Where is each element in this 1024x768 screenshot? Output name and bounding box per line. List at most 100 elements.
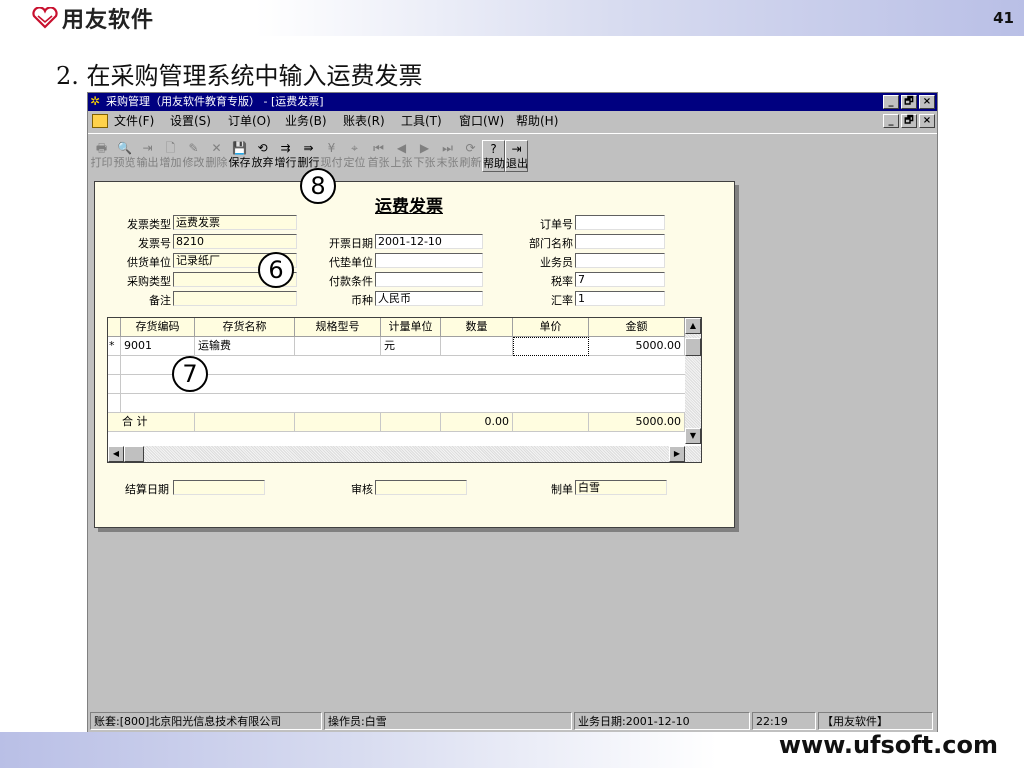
- window-titlebar[interactable]: ✲ 采购管理（用友软件教育专版） - [运费发票] _ 🗗 ×: [88, 93, 937, 111]
- invoice-type-field[interactable]: 运费发票: [173, 215, 297, 230]
- currency-field[interactable]: 人民币: [375, 291, 483, 306]
- toolbar-button-label: 增行: [274, 156, 297, 169]
- cell-price[interactable]: [513, 337, 589, 356]
- toolbar-button-add-row[interactable]: ⇉ 增行: [274, 140, 297, 172]
- cell-amount[interactable]: 5000.00: [589, 337, 685, 356]
- toolbar-button-refresh[interactable]: ⟳ 刷新: [459, 140, 482, 172]
- advance-unit-field[interactable]: [375, 253, 483, 268]
- advance-unit-label: 代垫单位: [329, 256, 373, 269]
- salesperson-field[interactable]: [575, 253, 665, 268]
- doc-restore-button[interactable]: 🗗: [901, 114, 917, 128]
- toolbar-button-save[interactable]: 💾 保存: [228, 140, 251, 172]
- menu-window[interactable]: 窗口(W): [459, 111, 504, 131]
- toolbar-button-label: 输出: [136, 156, 159, 169]
- settle-date-field[interactable]: [173, 480, 265, 495]
- cell-spec[interactable]: [295, 337, 381, 356]
- menu-order[interactable]: 订单(O): [228, 111, 271, 131]
- scroll-left-icon[interactable]: ◀: [108, 446, 124, 462]
- column-header-spec[interactable]: 规格型号: [295, 318, 381, 337]
- vertical-scrollbar[interactable]: ▲ ▼: [685, 318, 701, 444]
- empty-row[interactable]: [121, 394, 685, 413]
- horizontal-scrollbar[interactable]: ◀ ▶: [108, 446, 701, 462]
- exchange-rate-field[interactable]: 1: [575, 291, 665, 306]
- column-header-unit[interactable]: 计量单位: [381, 318, 441, 337]
- issue-date-field[interactable]: 2001-12-10: [375, 234, 483, 249]
- cell-qty[interactable]: [441, 337, 513, 356]
- restore-button[interactable]: 🗗: [901, 95, 917, 109]
- maker-field[interactable]: 白雪: [575, 480, 667, 495]
- toolbar-button-help[interactable]: ? 帮助: [482, 140, 505, 172]
- toolbar-button-add[interactable]: 🗋 增加: [159, 140, 182, 172]
- toolbar-button-prev[interactable]: ◀ 上张: [390, 140, 413, 172]
- column-header-qty[interactable]: 数量: [441, 318, 513, 337]
- doc-minimize-button[interactable]: _: [883, 114, 899, 128]
- next-icon: ▶: [419, 141, 430, 155]
- toolbar-button-discard[interactable]: ⟲ 放弃: [251, 140, 274, 172]
- delete-icon: ✕: [211, 141, 222, 155]
- status-brand: 【用友软件】: [818, 712, 933, 730]
- minimize-button[interactable]: _: [883, 95, 899, 109]
- total-unit-cell: [381, 413, 441, 432]
- scroll-up-icon[interactable]: ▲: [685, 318, 701, 334]
- help-icon: ?: [490, 142, 497, 156]
- invoice-form: 运费发票 发票类型 运费发票 发票号 8210 供货单位 记录纸厂 采购类型 备…: [94, 181, 735, 528]
- auditor-field[interactable]: [375, 480, 467, 495]
- locate-icon: ⌖: [351, 141, 358, 155]
- toolbar-button-last[interactable]: ⏭ 末张: [436, 140, 459, 172]
- toolbar-button-label: 上张: [390, 156, 413, 169]
- column-header-amount[interactable]: 金额: [589, 318, 685, 337]
- scroll-thumb[interactable]: [685, 338, 701, 356]
- order-no-field[interactable]: [575, 215, 665, 230]
- empty-row-marker: [108, 375, 121, 394]
- total-spec-cell: [295, 413, 381, 432]
- invoice-no-field[interactable]: 8210: [173, 234, 297, 249]
- toolbar-button-exit[interactable]: ⇥ 退出: [505, 140, 528, 172]
- print-icon: 🖶: [95, 141, 108, 155]
- status-operator: 操作员:白雪: [324, 712, 572, 730]
- tax-rate-label: 税率: [551, 275, 573, 288]
- toolbar-button-locate[interactable]: ⌖ 定位: [343, 140, 366, 172]
- cell-code[interactable]: 9001: [121, 337, 195, 356]
- maker-label: 制单: [551, 483, 573, 496]
- column-header-name[interactable]: 存货名称: [195, 318, 295, 337]
- delete-row-icon: ⇛: [303, 141, 314, 155]
- toolbar-button-first[interactable]: ⏮ 首张: [367, 140, 390, 172]
- invoice-no-label: 发票号: [138, 237, 171, 250]
- toolbar-button-print[interactable]: 🖶 打印: [90, 140, 113, 172]
- menu-settings[interactable]: 设置(S): [170, 111, 211, 131]
- add-icon: 🗋: [165, 141, 176, 155]
- salesperson-label: 业务员: [540, 256, 573, 269]
- close-button[interactable]: ×: [919, 95, 935, 109]
- document-icon[interactable]: [92, 114, 108, 128]
- payment-terms-field[interactable]: [375, 272, 483, 287]
- toolbar-button-pay[interactable]: ¥ 现付: [320, 140, 343, 172]
- doc-close-button[interactable]: ×: [919, 114, 935, 128]
- remark-field[interactable]: [173, 291, 297, 306]
- toolbar-button-label: 删除: [205, 156, 228, 169]
- toolbar-button-export[interactable]: ⇥ 输出: [136, 140, 159, 172]
- menu-help[interactable]: 帮助(H): [516, 111, 558, 131]
- column-header-code[interactable]: 存货编码: [121, 318, 195, 337]
- status-time: 22:19: [752, 712, 816, 730]
- cell-unit[interactable]: 元: [381, 337, 441, 356]
- cell-name[interactable]: 运输费: [195, 337, 295, 356]
- hscroll-thumb[interactable]: [124, 446, 144, 462]
- scroll-down-icon[interactable]: ▼: [685, 428, 701, 444]
- menu-reports[interactable]: 账表(R): [343, 111, 385, 131]
- empty-row-marker: [108, 356, 121, 375]
- menu-tools[interactable]: 工具(T): [401, 111, 442, 131]
- scroll-right-icon[interactable]: ▶: [669, 446, 685, 462]
- menu-business[interactable]: 业务(B): [285, 111, 327, 131]
- toolbar-button-edit[interactable]: ✎ 修改: [182, 140, 205, 172]
- purchase-type-label: 采购类型: [127, 275, 171, 288]
- menu-file[interactable]: 文件(F): [114, 111, 154, 131]
- toolbar-button-delete[interactable]: ✕ 删除: [205, 140, 228, 172]
- toolbar-button-next[interactable]: ▶ 下张: [413, 140, 436, 172]
- department-field[interactable]: [575, 234, 665, 249]
- status-business-date: 业务日期:2001-12-10: [574, 712, 750, 730]
- toolbar-button-preview[interactable]: 🔍 预览: [113, 140, 136, 172]
- callout-line: 7: [172, 356, 208, 392]
- tax-rate-field[interactable]: 7: [575, 272, 665, 287]
- app-icon: ✲: [90, 94, 101, 108]
- column-header-price[interactable]: 单价: [513, 318, 589, 337]
